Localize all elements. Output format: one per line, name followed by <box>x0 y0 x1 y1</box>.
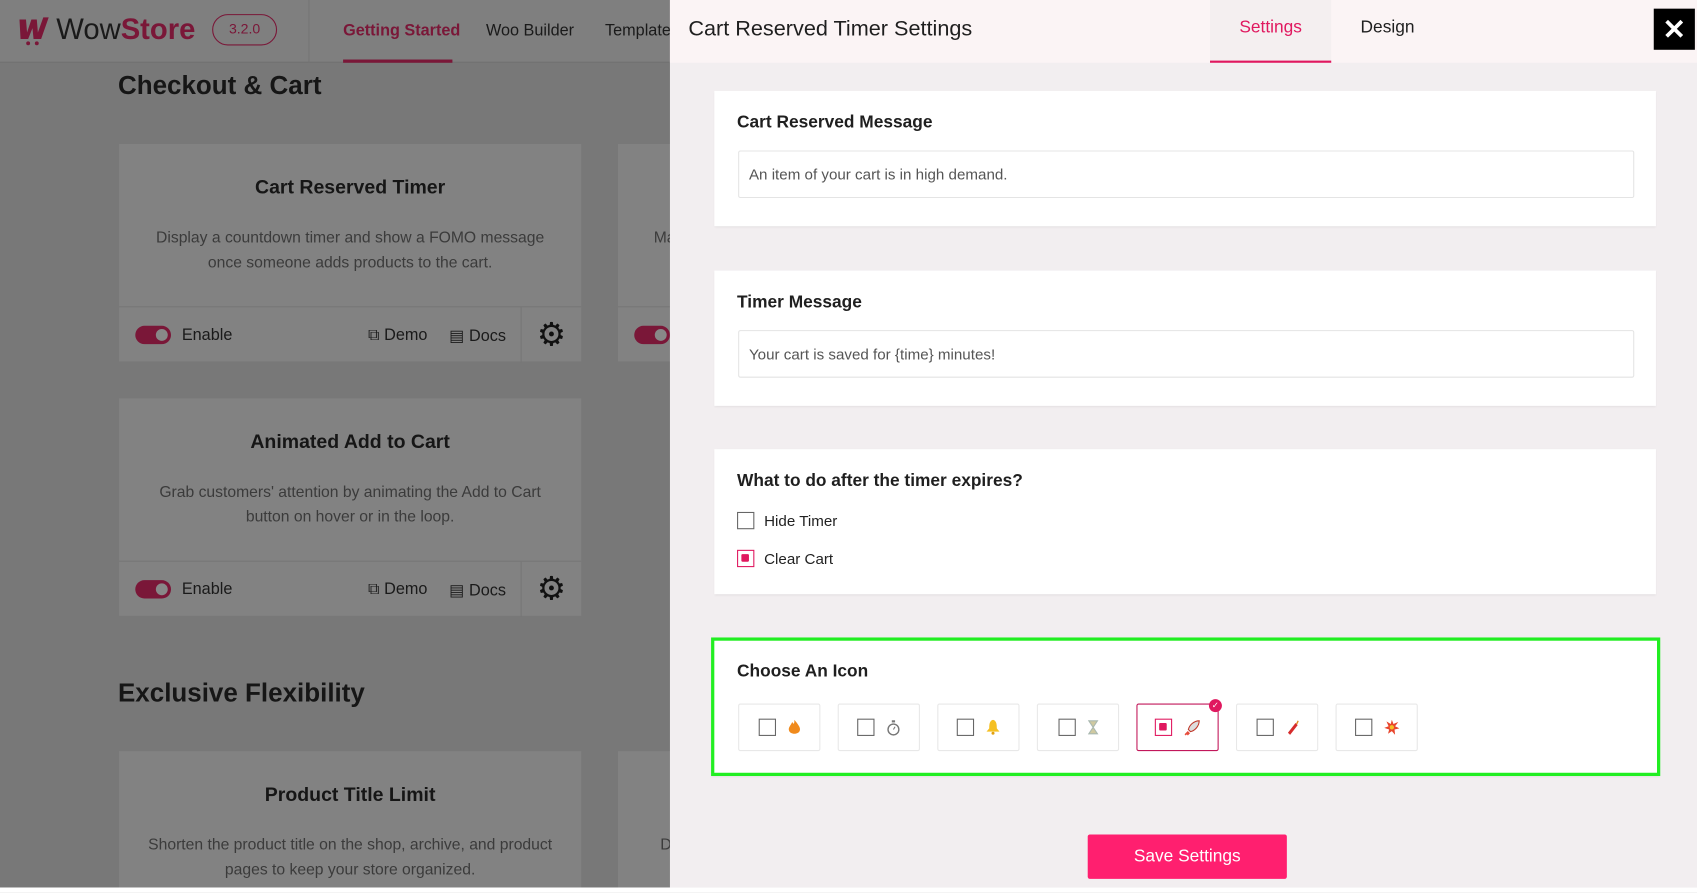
enable-toggle[interactable] <box>634 325 670 345</box>
settings-panel: Cart Reserved Timer Settings Settings De… <box>669 0 1697 888</box>
feature-card: D <box>617 751 670 888</box>
checkbox[interactable] <box>1354 718 1372 736</box>
background-dashboard: Wow Store 3.2.0 Getting Started Woo Build… <box>0 0 670 888</box>
feature-card: Ma <box>617 143 670 362</box>
demo-link[interactable]: ⧉ Demo <box>368 580 427 598</box>
logo: Wow Store <box>17 13 195 47</box>
document-icon: ▤ <box>449 581 470 600</box>
top-nav: Wow Store 3.2.0 Getting Started Woo Build… <box>0 0 670 63</box>
nav-template[interactable]: Template <box>605 22 670 40</box>
icon-option-dynamite[interactable] <box>1235 703 1319 752</box>
field-label: What to do after the timer expires? <box>737 471 1023 491</box>
settings-button[interactable]: ⚙ <box>520 307 582 363</box>
enable-toggle[interactable] <box>135 580 172 599</box>
checkbox-checked[interactable] <box>1154 718 1173 736</box>
checkbox[interactable] <box>1256 718 1274 736</box>
card-description: Grab customers' attention by animating t… <box>159 483 541 526</box>
field-label: Cart Reserved Message <box>737 113 933 133</box>
hide-timer-checkbox[interactable]: Hide Timer <box>737 511 838 530</box>
demo-label: Demo <box>384 580 428 599</box>
stopwatch-icon <box>887 719 900 736</box>
section-title: Exclusive Flexibility <box>117 678 365 708</box>
dynamite-icon <box>1287 719 1299 735</box>
tab-settings[interactable]: Settings <box>1210 0 1332 63</box>
enable-toggle[interactable] <box>135 325 172 345</box>
field-label: Choose An Icon <box>737 662 869 681</box>
card-description: Ma <box>653 229 670 247</box>
bottom-strip <box>0 887 1697 893</box>
timer-message-input[interactable] <box>738 330 1635 378</box>
enable-label: Enable <box>181 325 233 345</box>
external-link-icon: ⧉ <box>367 580 385 599</box>
card-description: Shorten the product title on the shop, a… <box>148 836 553 879</box>
gear-icon: ⚙ <box>536 571 566 608</box>
enable-label: Enable <box>181 580 233 599</box>
checkbox-label: Hide Timer <box>764 511 838 530</box>
feature-card: Animated Add to Cart Grab customers' att… <box>119 398 582 617</box>
icon-option-explosion[interactable] <box>1335 703 1418 752</box>
icon-option-rocket[interactable]: ✓ <box>1136 699 1222 752</box>
demo-label: Demo <box>384 325 428 345</box>
timer-expire-section: What to do after the timer expires? Hide… <box>714 449 1656 595</box>
section-title: Checkout & Cart <box>117 71 322 101</box>
icon-option-stopwatch[interactable] <box>837 703 920 752</box>
clear-cart-checkbox[interactable]: Clear Cart <box>737 549 834 568</box>
feature-card: Cart Reserved Timer Display a countdown … <box>119 143 582 363</box>
logo-icon <box>19 16 49 45</box>
cart-message-section: Cart Reserved Message <box>714 90 1656 227</box>
bell-icon <box>986 719 1000 735</box>
logo-text-prefix: Wow <box>56 12 121 46</box>
docs-link[interactable]: ▤ Docs <box>449 580 506 599</box>
nav-getting-started[interactable]: Getting Started <box>343 22 460 40</box>
icon-option-fire[interactable] <box>738 703 821 752</box>
save-settings-button[interactable]: Save Settings <box>1087 834 1287 879</box>
checkbox[interactable] <box>956 718 975 736</box>
icon-option-hourglass[interactable] <box>1036 703 1120 752</box>
field-label: Timer Message <box>737 293 862 312</box>
checkbox[interactable] <box>1057 718 1076 736</box>
icon-option-bell[interactable] <box>937 703 1020 752</box>
panel-header: Cart Reserved Timer Settings Settings De… <box>669 0 1697 63</box>
hourglass-icon <box>1087 720 1098 735</box>
tab-design[interactable]: Design <box>1337 0 1439 63</box>
card-title: Animated Add to Cart <box>250 430 450 453</box>
close-button[interactable]: ✕ <box>1653 8 1695 50</box>
docs-link[interactable]: ▤ Docs <box>449 326 506 345</box>
panel-title: Cart Reserved Timer Settings <box>688 17 973 42</box>
docs-label: Docs <box>469 581 507 600</box>
docs-label: Docs <box>469 326 507 346</box>
checkbox[interactable] <box>737 511 755 530</box>
fire-icon <box>788 719 800 734</box>
version-badge: 3.2.0 <box>212 14 278 46</box>
rocket-icon <box>1184 719 1200 735</box>
cart-message-input[interactable] <box>738 150 1635 199</box>
checkbox[interactable] <box>758 718 776 736</box>
card-description: D <box>660 833 670 858</box>
divider <box>308 0 310 63</box>
settings-button[interactable]: ⚙ <box>520 561 582 617</box>
gear-icon: ⚙ <box>536 317 566 353</box>
card-title: Cart Reserved Timer <box>255 176 446 199</box>
logo-text-suffix: Store <box>120 12 196 46</box>
checkbox-checked[interactable] <box>737 549 755 568</box>
explosion-icon <box>1383 719 1399 735</box>
selected-check-icon: ✓ <box>1208 699 1222 713</box>
active-nav-indicator <box>343 59 453 63</box>
card-description: Display a countdown timer and show a FOM… <box>156 229 545 272</box>
document-icon: ▤ <box>449 326 470 346</box>
demo-link[interactable]: ⧉ Demo <box>368 326 427 344</box>
timer-message-section: Timer Message <box>714 270 1656 406</box>
external-link-icon: ⧉ <box>367 325 385 345</box>
nav-woo-builder[interactable]: Woo Builder <box>486 22 574 40</box>
feature-card: Product Title Limit Shorten the product … <box>119 751 582 888</box>
checkbox-label: Clear Cart <box>764 549 834 568</box>
card-title: Product Title Limit <box>264 783 436 806</box>
choose-icon-section: Choose An Icon ✓ <box>711 637 1661 777</box>
checkbox[interactable] <box>857 718 875 736</box>
